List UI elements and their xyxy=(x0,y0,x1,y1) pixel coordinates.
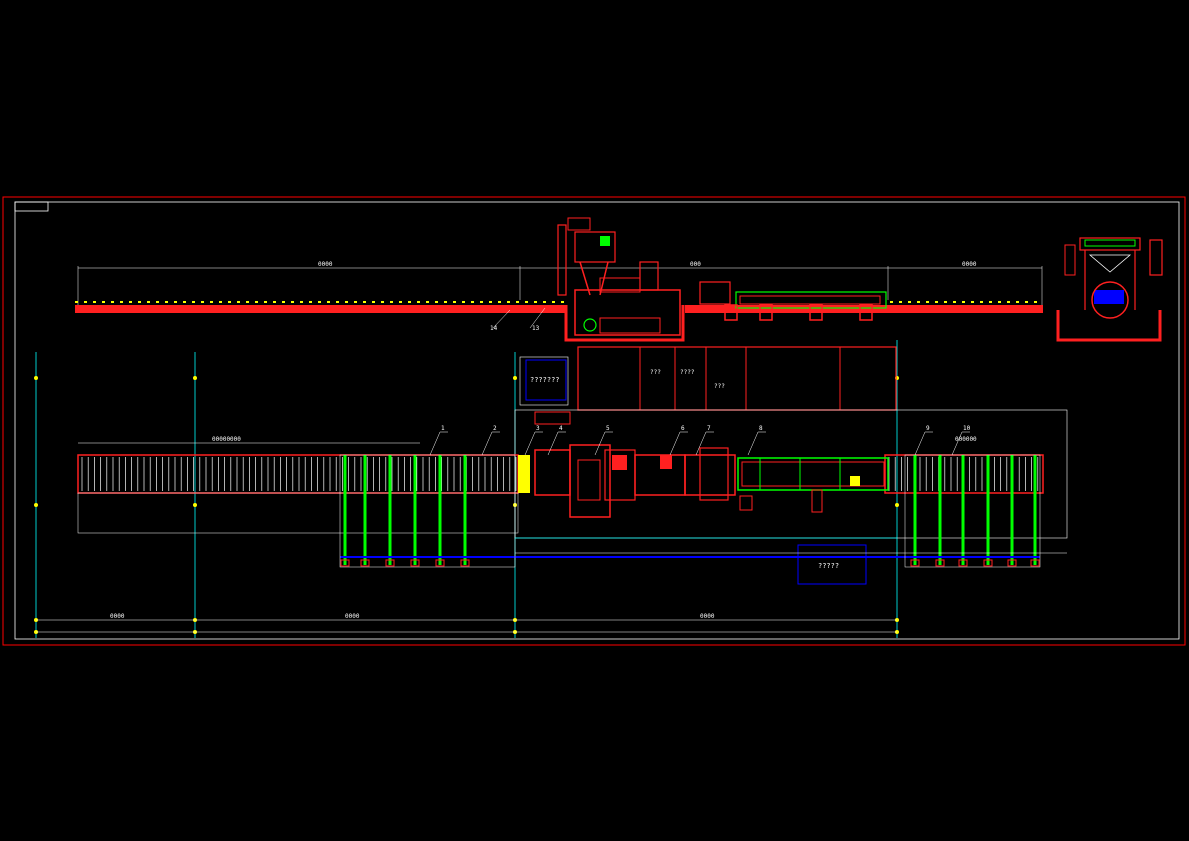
inner-frame xyxy=(14,201,1180,640)
callout-9: 9 xyxy=(926,425,930,432)
callout-1: 1 xyxy=(441,425,445,432)
room-label-2: ???? xyxy=(680,369,695,376)
transfer-chain xyxy=(938,455,942,565)
transfer-chain xyxy=(438,455,442,565)
transfer-chain xyxy=(1033,455,1037,565)
transfer-chain xyxy=(343,455,347,565)
callout-5: 5 xyxy=(606,425,610,432)
room-label-3: ??? xyxy=(714,383,725,390)
outer-frame xyxy=(2,196,1186,646)
callout-4: 4 xyxy=(559,425,563,432)
title-tab xyxy=(14,201,49,212)
callout-8: 8 xyxy=(759,425,763,432)
transfer-chains-left xyxy=(340,455,470,567)
elev-dim-mid: 000 xyxy=(690,261,701,268)
elev-dim-right: 0000 xyxy=(962,261,977,268)
transfer-chain xyxy=(388,455,392,565)
transfer-chain xyxy=(913,455,917,565)
plan-dim-top-right: 000000 xyxy=(955,436,977,443)
base-dim-right: 0000 xyxy=(700,613,715,620)
room-label-1: ??? xyxy=(650,369,661,376)
transfer-chain xyxy=(463,455,467,565)
callout-2: 2 xyxy=(493,425,497,432)
transfer-chain xyxy=(413,455,417,565)
plan-dim-top-left: 00000000 xyxy=(212,436,241,443)
plan-box-label-bottom: ????? xyxy=(818,562,839,570)
callout-6: 6 xyxy=(681,425,685,432)
transfer-chain xyxy=(961,455,965,565)
elev-callout-13: 13 xyxy=(532,325,540,332)
callout-10: 10 xyxy=(963,425,971,432)
transfer-chain xyxy=(1010,455,1014,565)
base-dim-mid: 0000 xyxy=(345,613,360,620)
plan-view: 0000 0000 0000 ??? ???? ??? ??????? 0000… xyxy=(34,340,1068,638)
callout-3: 3 xyxy=(536,425,540,432)
roller-table-left xyxy=(81,457,517,491)
elev-dim-left: 0000 xyxy=(318,261,333,268)
transfer-chains-right xyxy=(910,455,1040,567)
base-dim-left: 0000 xyxy=(110,613,125,620)
side-section-view xyxy=(1056,237,1163,342)
transfer-chain xyxy=(363,455,367,565)
cad-drawing: 0000 000 0000 14 13 0000 0000 0000 ??? ?… xyxy=(2,196,1186,646)
callout-7: 7 xyxy=(707,425,711,432)
elevation-view: 0000 000 0000 14 13 xyxy=(75,217,1043,342)
elev-callout-14: 14 xyxy=(490,325,498,332)
transfer-chain xyxy=(986,455,990,565)
plan-box-label-top: ??????? xyxy=(530,376,560,384)
